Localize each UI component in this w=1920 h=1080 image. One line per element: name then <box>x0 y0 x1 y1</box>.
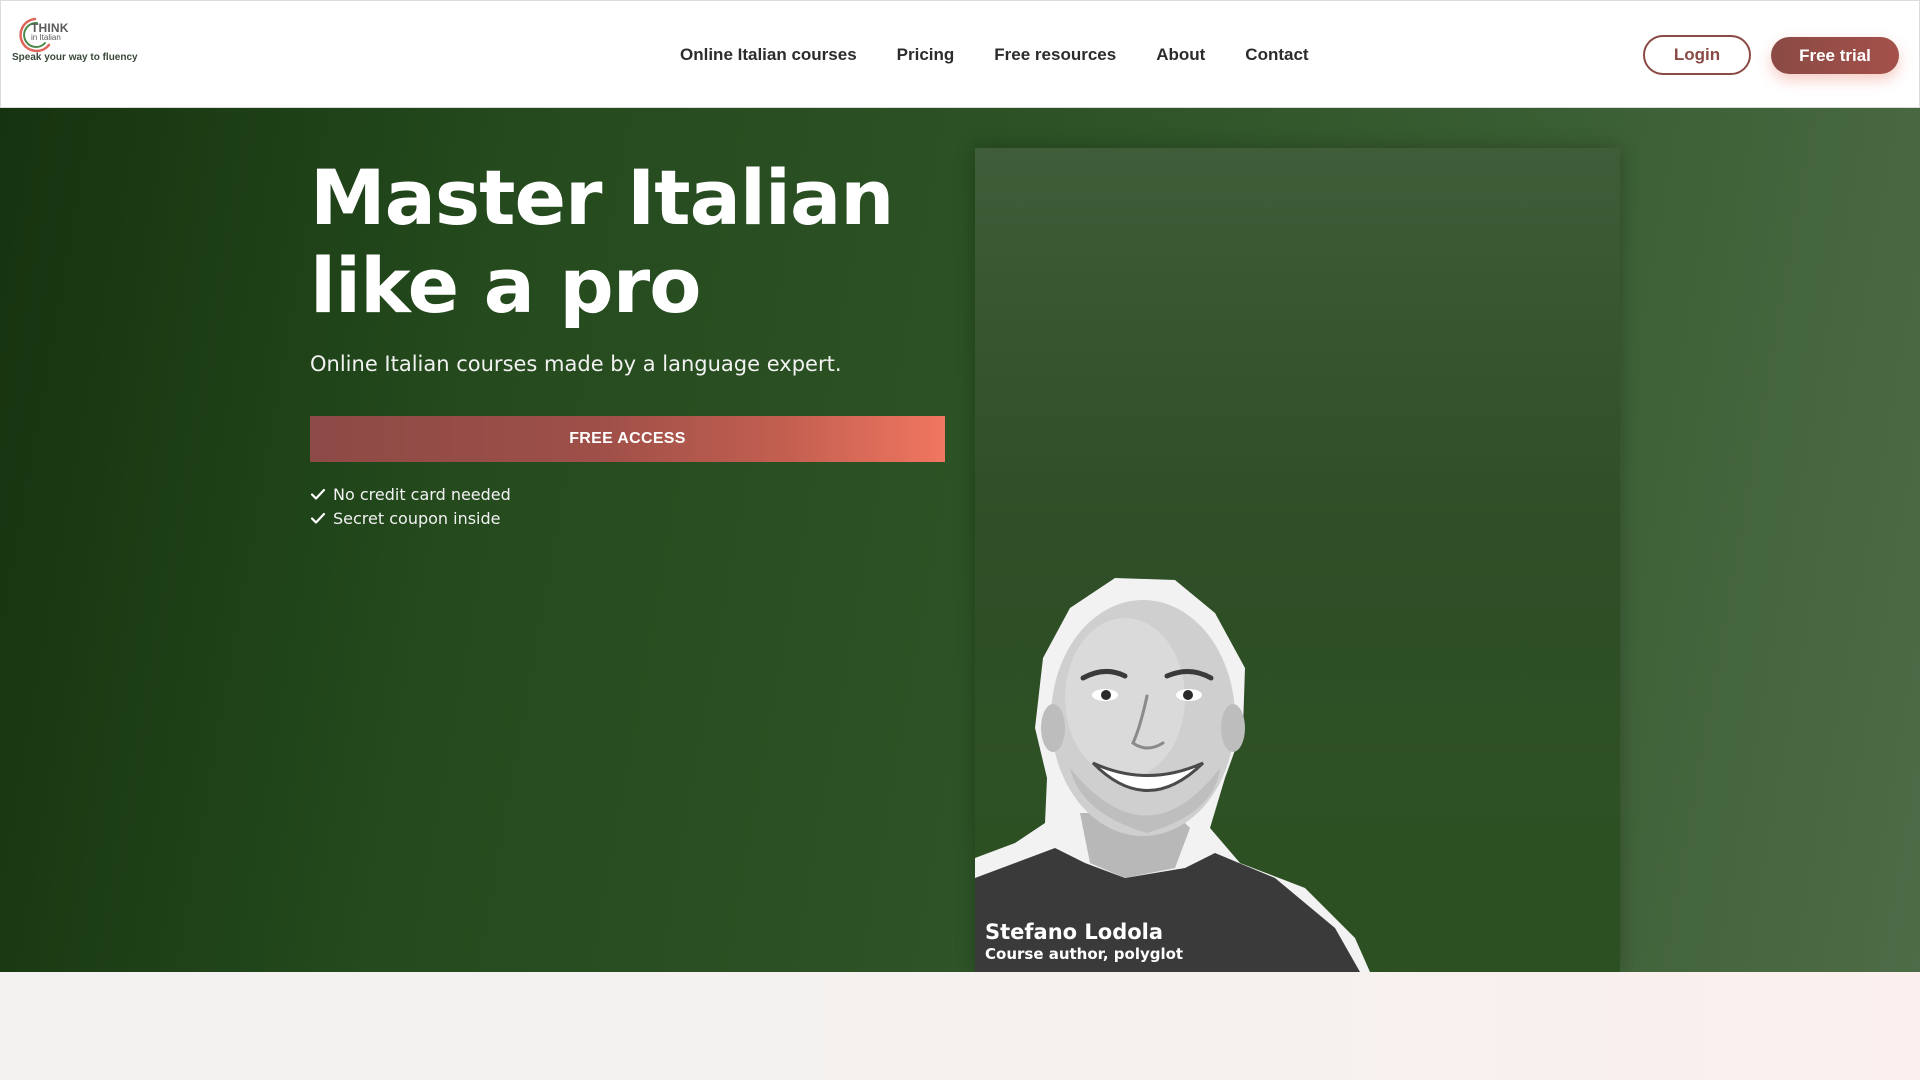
perk-item: Secret coupon inside <box>310 506 511 530</box>
perk-label: No credit card needed <box>333 484 511 504</box>
instructor-role: Course author, polyglot <box>985 945 1184 963</box>
nav-online-italian-courses[interactable]: Online Italian courses <box>680 45 857 65</box>
nav-free-resources[interactable]: Free resources <box>994 45 1116 65</box>
free-trial-button[interactable]: Free trial <box>1771 37 1899 74</box>
main-nav: Online Italian courses Pricing Free reso… <box>680 1 1309 109</box>
nav-about[interactable]: About <box>1156 45 1205 65</box>
brand-subname: in Italian <box>31 33 61 42</box>
brand-logo[interactable]: THINK in Italian Speak your way to fluen… <box>11 15 161 67</box>
perk-label: Secret coupon inside <box>333 508 501 528</box>
perk-item: No credit card needed <box>310 482 511 506</box>
check-icon <box>310 512 326 524</box>
hero-section: Master Italian like a pro Online Italian… <box>0 108 1920 972</box>
instructor-caption: Stefano Lodola Course author, polyglot <box>985 920 1183 964</box>
brand-tagline: Speak your way to fluency <box>12 52 138 63</box>
site-header: THINK in Italian Speak your way to fluen… <box>0 0 1920 108</box>
instructor-portrait <box>975 578 1370 972</box>
nav-contact[interactable]: Contact <box>1245 45 1308 65</box>
check-icon <box>310 488 326 500</box>
next-section <box>0 972 1920 1080</box>
free-access-button[interactable]: FREE ACCESS <box>310 416 945 462</box>
instructor-card: Stefano Lodola Course author, polyglot <box>975 148 1620 972</box>
hero-subtitle: Online Italian courses made by a languag… <box>310 352 842 376</box>
login-button[interactable]: Login <box>1643 35 1751 75</box>
nav-pricing[interactable]: Pricing <box>897 45 955 65</box>
perks-list: No credit card needed Secret coupon insi… <box>310 482 511 530</box>
hero-title: Master Italian like a pro <box>310 153 894 330</box>
instructor-name: Stefano Lodola <box>985 920 1164 944</box>
